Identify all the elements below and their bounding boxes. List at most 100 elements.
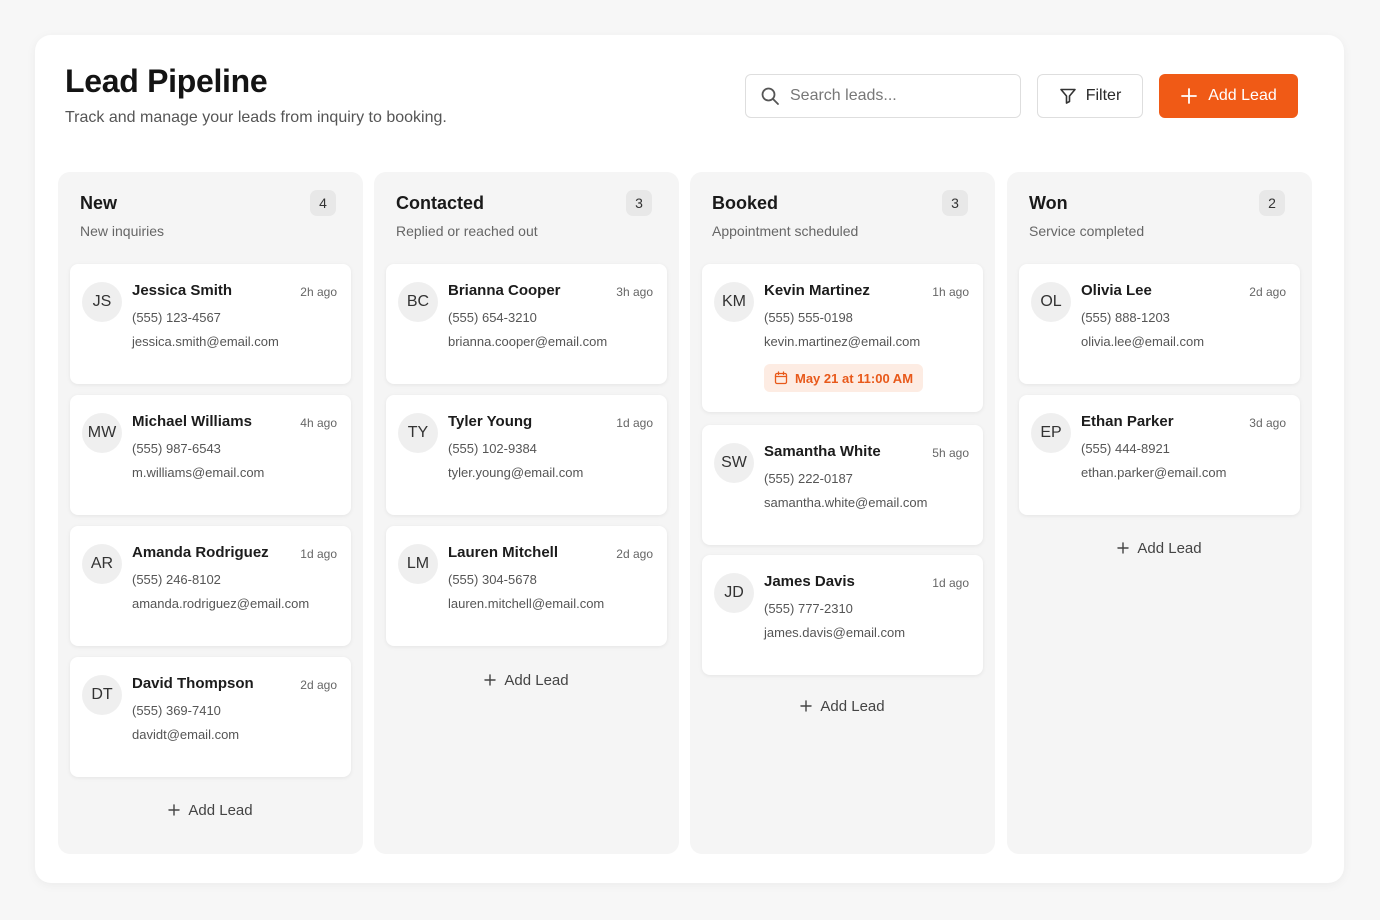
lead-card[interactable]: JS Jessica Smith 2h ago (555) 123-4567 j… [70,264,351,384]
lead-card[interactable]: KM Kevin Martinez 1h ago (555) 555-0198 … [702,264,983,412]
plus-icon [800,700,813,712]
filter-icon [1059,88,1076,104]
add-lead-label: Add Lead [504,671,569,689]
add-lead-label: Add Lead [188,801,253,819]
plus-icon [484,674,497,686]
lead-card[interactable]: JD James Davis 1d ago (555) 777-2310 jam… [702,555,983,675]
lead-card[interactable]: TY Tyler Young 1d ago (555) 102-9384 tyl… [386,395,667,515]
lead-time: 3d ago [1249,416,1286,430]
plus-icon [168,804,181,816]
avatar: OL [1031,282,1071,322]
avatar: TY [398,413,438,453]
lead-phone: (555) 246-8102 [132,572,221,587]
lead-email: samantha.white@email.com [764,495,928,510]
column-new: New New inquiries 4 JS Jessica Smith 2h … [58,172,363,854]
add-lead-button[interactable]: Add Lead [1159,74,1298,118]
lead-name: Amanda Rodriguez [132,544,269,561]
column-add-lead-button[interactable]: Add Lead [690,694,995,718]
lead-time: 4h ago [300,416,337,430]
lead-name: Samantha White [764,443,881,460]
lead-phone: (555) 654-3210 [448,310,537,325]
column-subtitle: Service completed [1029,223,1145,239]
lead-phone: (555) 555-0198 [764,310,853,325]
lead-email: ethan.parker@email.com [1081,465,1227,480]
lead-name: James Davis [764,573,855,590]
lead-email: jessica.smith@email.com [132,334,279,349]
lead-email: amanda.rodriguez@email.com [132,596,310,611]
column-title: Booked [712,193,779,213]
page-subtitle: Track and manage your leads from inquiry… [65,109,447,126]
appointment-badge: May 21 at 11:00 AM [764,364,924,392]
avatar: AR [82,544,122,584]
lead-name: David Thompson [132,675,254,692]
avatar: DT [82,675,122,715]
lead-name: Ethan Parker [1081,413,1174,430]
lead-name: Tyler Young [448,413,533,430]
lead-time: 5h ago [932,446,969,460]
column-subtitle: Replied or reached out [396,223,538,239]
lead-name: Brianna Cooper [448,282,561,299]
column-add-lead-button[interactable]: Add Lead [1007,536,1312,560]
plus-icon [1181,88,1198,104]
search-box[interactable] [745,74,1021,118]
lead-card[interactable]: SW Samantha White 5h ago (555) 222-0187 … [702,425,983,545]
lead-name: Kevin Martinez [764,282,870,299]
column-booked: Booked Appointment scheduled 3 KM Kevin … [690,172,995,854]
lead-phone: (555) 102-9384 [448,441,537,456]
lead-time: 2d ago [300,678,337,692]
column-subtitle: New inquiries [80,223,165,239]
column-subtitle: Appointment scheduled [712,223,859,239]
avatar: EP [1031,413,1071,453]
lead-email: olivia.lee@email.com [1081,334,1205,349]
column-count-badge: 4 [310,190,336,216]
lead-phone: (555) 987-6543 [132,441,221,456]
column-title: New [80,193,118,213]
lead-time: 2d ago [1249,285,1286,299]
avatar: BC [398,282,438,322]
lead-email: m.williams@email.com [132,465,265,480]
add-lead-label: Add Lead [820,697,885,715]
search-icon [761,87,779,105]
appointment-text: May 21 at 11:00 AM [795,370,914,386]
lead-email: lauren.mitchell@email.com [448,596,605,611]
lead-name: Michael Williams [132,413,252,430]
lead-phone: (555) 123-4567 [132,310,221,325]
column-title: Won [1029,193,1068,213]
column-won: Won Service completed 2 OL Olivia Lee 2d… [1007,172,1312,854]
lead-time: 2h ago [300,285,337,299]
lead-phone: (555) 888-1203 [1081,310,1170,325]
lead-card[interactable]: OL Olivia Lee 2d ago (555) 888-1203 oliv… [1019,264,1300,384]
column-title: Contacted [396,193,485,213]
lead-email: james.davis@email.com [764,625,906,640]
lead-card[interactable]: EP Ethan Parker 3d ago (555) 444-8921 et… [1019,395,1300,515]
lead-card[interactable]: AR Amanda Rodriguez 1d ago (555) 246-810… [70,526,351,646]
search-input[interactable] [790,87,1010,105]
column-add-lead-button[interactable]: Add Lead [374,668,679,692]
lead-phone: (555) 222-0187 [764,471,853,486]
lead-phone: (555) 369-7410 [132,703,221,718]
lead-phone: (555) 777-2310 [764,601,853,616]
column-count-badge: 3 [626,190,652,216]
lead-phone: (555) 304-5678 [448,572,537,587]
lead-email: brianna.cooper@email.com [448,334,608,349]
column-add-lead-button[interactable]: Add Lead [58,798,363,822]
lead-name: Olivia Lee [1081,282,1152,299]
column-contacted: Contacted Replied or reached out 3 BC Br… [374,172,679,854]
avatar: KM [714,282,754,322]
lead-card[interactable]: LM Lauren Mitchell 2d ago (555) 304-5678… [386,526,667,646]
lead-time: 3h ago [616,285,653,299]
avatar: JS [82,282,122,322]
avatar: JD [714,573,754,613]
lead-email: davidt@email.com [132,727,240,742]
lead-time: 1d ago [300,547,337,561]
lead-card[interactable]: DT David Thompson 2d ago (555) 369-7410 … [70,657,351,777]
filter-button[interactable]: Filter [1037,74,1143,118]
lead-card[interactable]: MW Michael Williams 4h ago (555) 987-654… [70,395,351,515]
avatar: MW [82,413,122,453]
lead-time: 1d ago [932,576,969,590]
lead-card[interactable]: BC Brianna Cooper 3h ago (555) 654-3210 … [386,264,667,384]
column-count-badge: 2 [1259,190,1285,216]
lead-phone: (555) 444-8921 [1081,441,1170,456]
lead-time: 1d ago [616,416,653,430]
avatar: SW [714,443,754,483]
